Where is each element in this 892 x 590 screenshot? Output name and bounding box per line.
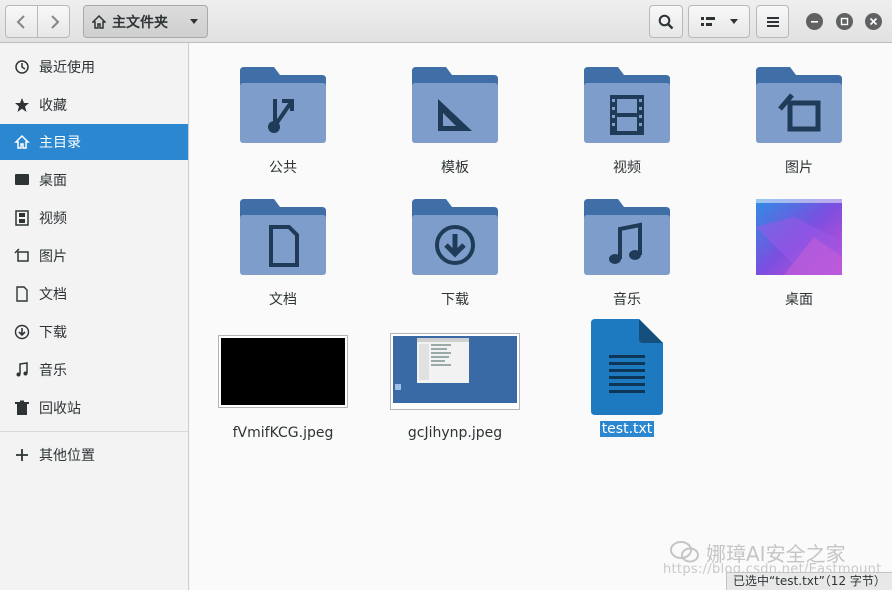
folder-music-icon (584, 199, 670, 275)
file-name: test.txt (599, 421, 655, 437)
folder-share-icon (240, 67, 326, 143)
file-item[interactable]: fVmifKCG.jpeg (208, 321, 358, 441)
music-icon (14, 362, 30, 378)
folder-template-icon (412, 67, 498, 143)
file-item[interactable]: 音乐 (552, 189, 702, 309)
sidebar-item-desktop[interactable]: 桌面 (0, 162, 188, 198)
minimize-button[interactable] (806, 13, 823, 30)
list-view-icon (700, 16, 715, 26)
sidebar-item-label: 图片 (39, 249, 67, 265)
image-thumbnail (218, 334, 348, 408)
search-button[interactable] (649, 5, 683, 38)
file-item[interactable]: gcJihynp.jpeg (380, 321, 530, 441)
folder-video-icon (584, 67, 670, 143)
pictures-icon (14, 248, 30, 264)
sidebar-item-recent[interactable]: 最近使用 (0, 49, 188, 85)
wechat-logo-icon (670, 541, 699, 563)
text-file-icon (591, 319, 663, 415)
file-name: 下载 (441, 292, 469, 308)
forward-button[interactable] (37, 5, 70, 38)
sidebar-item-label: 收藏 (39, 98, 67, 114)
sidebar-item-documents[interactable]: 文档 (0, 276, 188, 312)
chevron-left-icon (16, 14, 25, 29)
file-name: 桌面 (785, 292, 813, 308)
file-item[interactable]: 下载 (380, 189, 530, 309)
file-item[interactable]: 模板 (380, 57, 530, 177)
home-icon (92, 14, 106, 29)
sidebar-item-videos[interactable]: 视频 (0, 200, 188, 236)
document-icon (14, 286, 30, 302)
file-name: 文档 (269, 292, 297, 308)
file-name: 模板 (441, 160, 469, 176)
minimize-icon (811, 21, 818, 23)
file-item[interactable]: 文档 (208, 189, 358, 309)
dropdown-arrow-icon (729, 18, 738, 24)
plus-icon (14, 447, 30, 463)
home-icon (14, 134, 30, 150)
back-button[interactable] (5, 5, 38, 38)
file-name: fVmifKCG.jpeg (232, 425, 334, 441)
star-icon (14, 97, 30, 113)
hamburger-menu-icon (766, 16, 779, 27)
view-options-button[interactable] (688, 5, 750, 38)
search-icon (658, 14, 674, 29)
path-label: 主文件夹 (112, 14, 168, 31)
folder-download-icon (412, 199, 498, 275)
recent-icon (14, 59, 30, 75)
file-item[interactable]: 图片 (724, 57, 874, 177)
sidebar-item-label: 文档 (39, 287, 67, 303)
sidebar-item-starred[interactable]: 收藏 (0, 87, 188, 123)
close-icon (869, 17, 878, 26)
desktop-wallpaper-thumbnail (756, 199, 842, 275)
sidebar-item-pictures[interactable]: 图片 (0, 238, 188, 274)
sidebar-item-home[interactable]: 主目录 (0, 124, 188, 160)
file-name: gcJihynp.jpeg (407, 425, 503, 441)
folder-pictures-icon (756, 67, 842, 143)
video-icon (14, 210, 30, 226)
dropdown-arrow-icon (190, 18, 198, 24)
chevron-right-icon (50, 14, 59, 29)
sidebar-item-label: 视频 (39, 211, 67, 227)
file-item[interactable]: 视频 (552, 57, 702, 177)
maximize-button[interactable] (836, 13, 853, 30)
close-button[interactable] (865, 13, 882, 30)
sidebar-item-label: 其他位置 (39, 448, 95, 464)
maximize-icon (840, 17, 849, 26)
menu-button[interactable] (756, 5, 789, 38)
file-name: 音乐 (613, 292, 641, 308)
header-bar: 主文件夹 (0, 0, 892, 43)
sidebar-item-label: 回收站 (39, 401, 81, 417)
sidebar-separator (0, 431, 188, 432)
file-item[interactable]: 公共 (208, 57, 358, 177)
sidebar-item-label: 主目录 (39, 135, 81, 151)
sidebar-item-music[interactable]: 音乐 (0, 352, 188, 388)
download-icon (14, 324, 30, 340)
desktop-icon (14, 172, 30, 188)
sidebar: 最近使用 收藏 主目录 桌面 视频 图片 文档 下载 音乐 回收站 其他位置 (0, 43, 189, 590)
sidebar-item-downloads[interactable]: 下载 (0, 314, 188, 350)
sidebar-item-trash[interactable]: 回收站 (0, 390, 188, 426)
image-thumbnail (390, 332, 520, 410)
file-name: 图片 (785, 160, 813, 176)
file-view: 公共 模板 视频 图片 文档 下载 音乐 桌面 fVmifKCG.jpeg gc… (190, 43, 892, 590)
status-bar: 已选中“test.txt”（12 字节） (726, 572, 892, 590)
file-item[interactable]: 桌面 (724, 189, 874, 309)
file-name: 视频 (613, 160, 641, 176)
sidebar-item-label: 桌面 (39, 173, 67, 189)
file-item-selected[interactable]: test.txt (552, 317, 702, 437)
sidebar-item-label: 最近使用 (39, 60, 95, 76)
sidebar-item-other-locations[interactable]: 其他位置 (0, 437, 188, 473)
path-bar-home-button[interactable]: 主文件夹 (83, 5, 208, 38)
trash-icon (14, 400, 30, 416)
sidebar-item-label: 下载 (39, 325, 67, 341)
folder-document-icon (240, 199, 326, 275)
sidebar-item-label: 音乐 (39, 363, 67, 379)
file-name: 公共 (269, 160, 297, 176)
